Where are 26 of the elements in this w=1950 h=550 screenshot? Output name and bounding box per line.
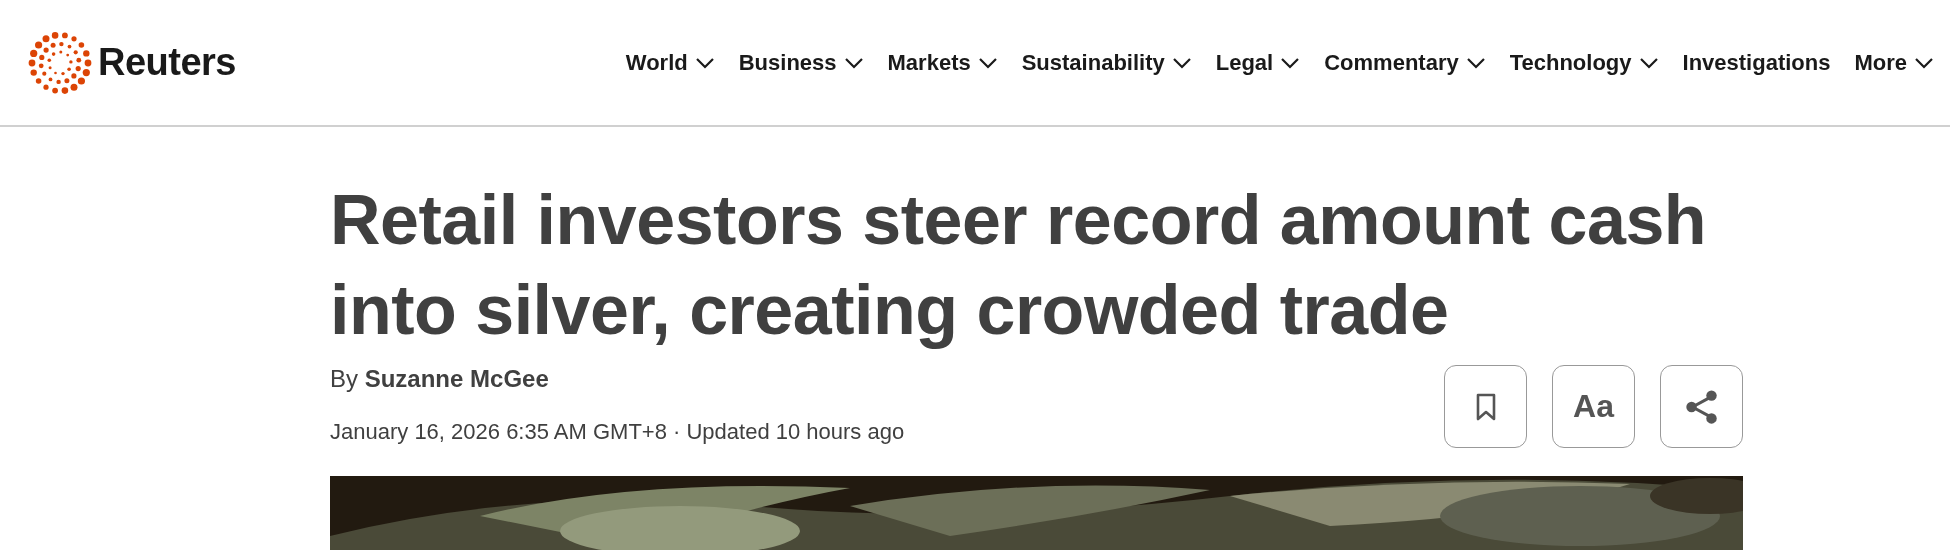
nav-item[interactable]: Sustainability [1021, 49, 1192, 76]
nav-item[interactable]: Business [738, 49, 864, 76]
chevron-down-icon [1280, 56, 1301, 69]
nav-item[interactable]: World [625, 49, 715, 76]
chevron-down-icon [1638, 56, 1659, 69]
headline: Retail investors steer record amount cash into silver, creating crowded trade [330, 180, 1708, 351]
text-size-button[interactable]: Aa [1552, 365, 1635, 448]
chevron-down-icon [694, 56, 715, 69]
author-link[interactable]: Suzanne McGee [364, 365, 549, 392]
nav-item[interactable]: Investigations [1682, 49, 1831, 76]
nav-item[interactable]: Legal [1215, 49, 1301, 76]
chevron-down-icon [1171, 56, 1192, 69]
byline: By Suzanne McGee [330, 365, 550, 393]
bookmark-button[interactable] [1444, 365, 1527, 448]
reuters-logo[interactable]: Reuters [28, 30, 236, 95]
nav-item[interactable]: More [1854, 49, 1934, 76]
chevron-down-icon [843, 56, 864, 69]
share-button[interactable] [1660, 365, 1743, 448]
nav-item[interactable]: Technology [1509, 49, 1659, 76]
chevron-down-icon [1465, 56, 1486, 69]
chevron-down-icon [1914, 56, 1934, 69]
dateline: January 16, 2026 6:35 AM GMT+8 · Updated 10 hours ago [330, 419, 905, 445]
nav-item[interactable]: Commentary [1324, 49, 1486, 76]
nav-item[interactable]: Markets [887, 49, 998, 76]
chevron-down-icon [977, 56, 998, 69]
logo-mark-icon [28, 30, 92, 95]
